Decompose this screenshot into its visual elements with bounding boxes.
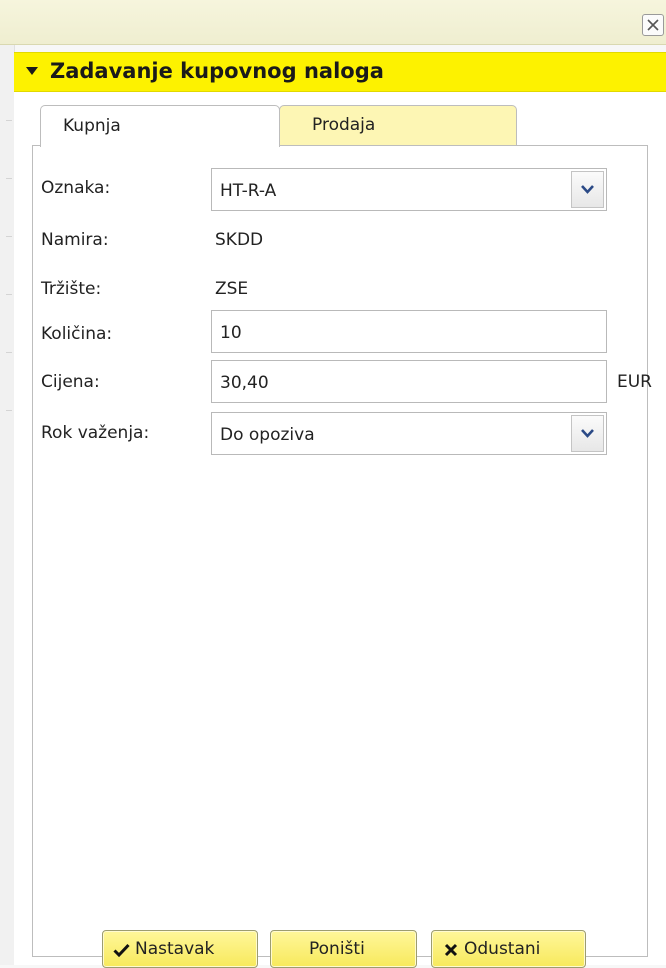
chevron-down-icon	[581, 185, 594, 194]
background-divider	[6, 352, 12, 353]
currency-unit: EUR	[617, 372, 652, 392]
odustani-button[interactable]: Odustani	[431, 930, 586, 968]
kolicina-label: Količina:	[41, 324, 113, 344]
background-divider	[6, 294, 12, 295]
tab-area: Kupnja Prodaja Oznaka: HT-R-A Namira: SK…	[14, 92, 666, 968]
rok-vazenja-dropdown-button[interactable]	[571, 415, 604, 452]
order-form: Oznaka: HT-R-A Namira: SKDD Tržište: ZSE…	[32, 145, 652, 957]
cancel-x-icon	[444, 943, 458, 957]
oznaka-select[interactable]: HT-R-A	[211, 168, 607, 211]
ponisti-button[interactable]: Poništi	[270, 930, 417, 968]
checkmark-icon	[113, 943, 130, 957]
dialog-header[interactable]: Zadavanje kupovnog naloga	[14, 52, 666, 92]
rok-vazenja-value: Do opoziva	[220, 425, 315, 445]
oznaka-value: HT-R-A	[220, 181, 277, 201]
order-dialog: Zadavanje kupovnog naloga Kupnja Prodaja…	[14, 52, 666, 968]
background-divider	[6, 178, 12, 179]
ponisti-label: Poništi	[309, 939, 365, 959]
close-button[interactable]	[642, 14, 664, 36]
rok-vazenja-select[interactable]: Do opoziva	[211, 412, 607, 455]
collapse-caret-icon[interactable]	[26, 67, 38, 76]
odustani-label: Odustani	[464, 939, 541, 959]
tab-prodaja-label: Prodaja	[312, 115, 376, 135]
tab-prodaja[interactable]: Prodaja	[279, 105, 517, 145]
cijena-label: Cijena:	[41, 372, 100, 392]
trziste-label: Tržište:	[41, 279, 102, 299]
background-divider	[6, 120, 12, 121]
kolicina-input[interactable]: 10	[211, 310, 607, 353]
namira-label: Namira:	[41, 230, 109, 250]
background-divider	[6, 410, 12, 411]
nastavak-label: Nastavak	[135, 939, 215, 959]
tab-kupnja[interactable]: Kupnja	[40, 105, 280, 147]
chevron-down-icon	[581, 429, 594, 438]
kolicina-value: 10	[220, 323, 242, 343]
window-titlebar	[0, 0, 666, 45]
oznaka-dropdown-button[interactable]	[571, 171, 604, 208]
tab-kupnja-label: Kupnja	[63, 116, 121, 136]
nastavak-button[interactable]: Nastavak	[102, 930, 258, 968]
dialog-title: Zadavanje kupovnog naloga	[50, 59, 384, 83]
namira-value: SKDD	[215, 230, 264, 250]
oznaka-label: Oznaka:	[41, 178, 111, 198]
background-divider	[6, 236, 12, 237]
cijena-value: 30,40	[220, 373, 269, 393]
rok-vazenja-label: Rok važenja:	[41, 423, 150, 443]
cijena-input[interactable]: 30,40	[211, 360, 607, 403]
close-icon	[647, 19, 659, 31]
trziste-value: ZSE	[215, 279, 249, 299]
background-page-edge	[0, 0, 15, 965]
